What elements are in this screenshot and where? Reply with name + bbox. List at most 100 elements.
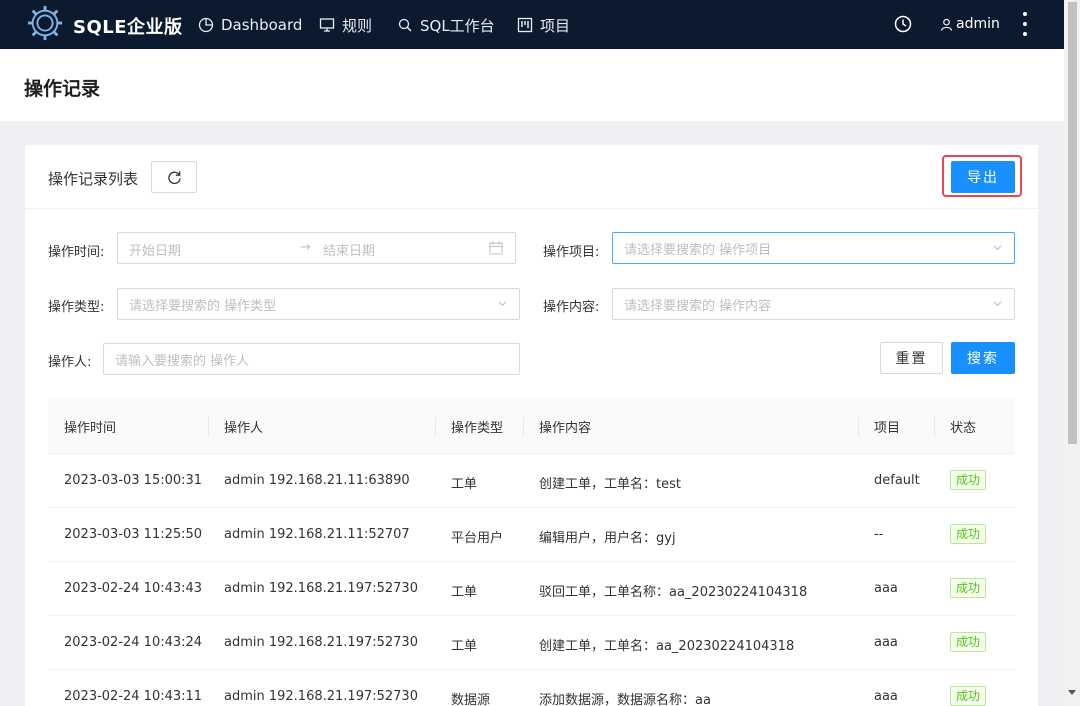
nav-item-projects[interactable]: 项目	[517, 15, 570, 35]
cell-project: aaa	[874, 635, 898, 650]
page-scrollbar[interactable]	[1064, 0, 1080, 706]
project-select-placeholder: 请选择要搜索的 操作项目	[624, 242, 772, 258]
reset-button[interactable]: 重置	[880, 342, 943, 374]
nav-item-sql-workbench[interactable]: SQL工作台	[397, 15, 495, 35]
nav-item-label: SQL工作台	[420, 16, 495, 35]
column-header: 状态	[950, 421, 977, 436]
cell-content: 添加数据源，数据源名称：aa	[539, 693, 711, 706]
pie-chart-icon	[198, 17, 214, 33]
cell-operator: admin 192.168.21.197:52730	[224, 689, 418, 704]
cell-time: 2023-02-24 10:43:24	[64, 635, 203, 650]
nav-item-label: 规则	[342, 16, 373, 35]
logo-gear-icon[interactable]	[26, 4, 64, 42]
card-title: 操作记录列表	[48, 170, 139, 188]
operation-record-table: 操作时间 操作人 操作类型 操作内容 项目 状态 2023-03-03 15:0…	[48, 398, 1015, 706]
table-row: 2023-02-24 10:43:11 admin 192.168.21.197…	[48, 670, 1015, 706]
content-select-placeholder: 请选择要搜索的 操作内容	[624, 298, 772, 314]
filter-user-label: 操作人:	[48, 355, 92, 370]
cell-project: --	[874, 527, 884, 542]
cell-type: 工单	[451, 477, 478, 492]
project-select[interactable]: 请选择要搜索的 操作项目	[612, 232, 1015, 264]
column-header: 操作人	[224, 421, 264, 436]
table-row: 2023-03-03 15:00:31 admin 192.168.21.11:…	[48, 454, 1015, 508]
content-select[interactable]: 请选择要搜索的 操作内容	[612, 288, 1015, 320]
filter-type-label: 操作类型:	[48, 300, 105, 315]
end-date-input[interactable]: 结束日期	[323, 240, 375, 259]
cell-project: default	[874, 473, 920, 488]
range-arrow: →	[300, 240, 311, 255]
scrollbar-thumb[interactable]	[1068, 2, 1077, 444]
nav-item-dashboard[interactable]: Dashboard	[198, 15, 302, 35]
column-header: 操作时间	[64, 421, 117, 436]
filter-content-label: 操作内容:	[543, 300, 600, 315]
user-icon	[940, 18, 953, 31]
filter-project-label: 操作项目:	[543, 245, 600, 260]
column-header: 项目	[874, 421, 901, 436]
project-icon	[517, 17, 533, 33]
status-badge: 成功	[950, 524, 987, 544]
cell-operator: admin 192.168.21.11:63890	[224, 473, 410, 488]
status-badge: 成功	[950, 632, 987, 652]
cell-time: 2023-02-24 10:43:11	[64, 689, 203, 704]
refresh-button[interactable]	[151, 161, 197, 193]
cell-time: 2023-03-03 11:25:50	[64, 527, 203, 542]
type-select-placeholder: 请选择要搜索的 操作类型	[129, 298, 277, 314]
cell-project: aaa	[874, 581, 898, 596]
column-divider	[208, 417, 209, 437]
table-header: 操作时间 操作人 操作类型 操作内容 项目 状态	[48, 398, 1015, 454]
nav-item-label: 项目	[540, 16, 571, 35]
table-row: 2023-03-03 11:25:50 admin 192.168.21.11:…	[48, 508, 1015, 562]
cell-content: 创建工单，工单名：test	[539, 477, 681, 492]
filter-time-label: 操作时间:	[48, 245, 105, 260]
card-header: 操作记录列表 导出	[25, 145, 1038, 209]
start-date-input[interactable]: 开始日期	[129, 240, 181, 259]
cell-type: 平台用户	[451, 531, 504, 546]
cell-type: 工单	[451, 639, 478, 654]
cell-type: 工单	[451, 585, 478, 600]
cell-time: 2023-03-03 15:00:31	[64, 473, 203, 488]
more-menu-icon[interactable]	[1020, 12, 1030, 36]
clock-icon[interactable]	[894, 15, 912, 33]
date-range-picker[interactable]: 开始日期 → 结束日期	[117, 232, 516, 264]
cell-operator: admin 192.168.21.11:52707	[224, 527, 410, 542]
cell-project: aaa	[874, 689, 898, 704]
chevron-down-icon	[993, 245, 1002, 251]
calendar-icon	[489, 241, 503, 255]
type-select[interactable]: 请选择要搜索的 操作类型	[117, 288, 520, 320]
page-header: 操作记录	[0, 49, 1064, 121]
chevron-down-icon	[498, 301, 507, 307]
user-name: admin	[956, 16, 1000, 32]
operation-record-card: 操作记录列表 导出 操作时间: 开始日期 → 结束日期 操作项目: 请选择要搜索…	[25, 145, 1038, 706]
search-icon	[398, 18, 412, 32]
page-title: 操作记录	[24, 78, 101, 100]
operator-input[interactable]: 请输入要搜索的 操作人	[103, 343, 520, 375]
cell-operator: admin 192.168.21.197:52730	[224, 635, 418, 650]
nav-item-rules[interactable]: 规则	[319, 15, 372, 35]
column-divider	[435, 417, 436, 437]
table-row: 2023-02-24 10:43:24 admin 192.168.21.197…	[48, 616, 1015, 670]
operator-input-placeholder: 请输入要搜索的 操作人	[115, 353, 250, 369]
status-badge: 成功	[950, 470, 987, 490]
search-button[interactable]: 搜索	[951, 342, 1015, 374]
table-row: 2023-02-24 10:43:43 admin 192.168.21.197…	[48, 562, 1015, 616]
column-divider	[934, 417, 935, 437]
top-nav-bar: SQLE企业版 Dashboard 规则 SQL工作台 项目 admin	[0, 0, 1064, 49]
column-header: 操作内容	[539, 421, 592, 436]
cell-content: 驳回工单，工单名称：aa_20230224104318	[539, 585, 808, 600]
desktop-icon	[319, 18, 335, 32]
column-divider	[523, 417, 524, 437]
export-button[interactable]: 导出	[951, 161, 1015, 193]
column-divider	[858, 417, 859, 437]
cell-type: 数据源	[451, 693, 491, 706]
cell-time: 2023-02-24 10:43:43	[64, 581, 203, 596]
column-header: 操作类型	[451, 421, 504, 436]
scroll-down-arrow-icon[interactable]	[1068, 690, 1076, 695]
cell-content: 编辑用户，用户名：gyj	[539, 531, 676, 546]
nav-item-label: Dashboard	[221, 16, 303, 34]
status-badge: 成功	[950, 578, 987, 598]
cell-operator: admin 192.168.21.197:52730	[224, 581, 418, 596]
brand-name[interactable]: SQLE企业版	[73, 13, 183, 39]
user-menu[interactable]: admin	[940, 16, 1000, 32]
chevron-down-icon	[993, 301, 1002, 307]
refresh-icon	[167, 170, 181, 184]
